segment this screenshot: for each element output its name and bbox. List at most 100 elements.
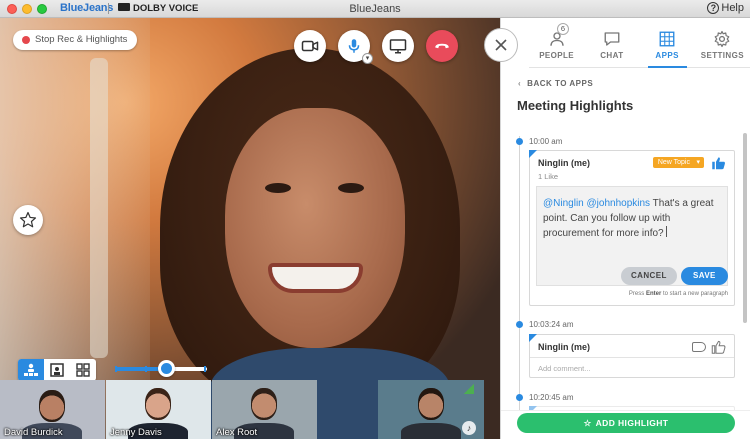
monitor-icon: [389, 39, 407, 54]
slider-tick: [145, 366, 147, 372]
participant-tile[interactable]: Alex Root: [212, 380, 317, 439]
add-highlight-button[interactable]: ☆ ADD HIGHLIGHT: [517, 413, 735, 433]
close-panel-button[interactable]: [484, 28, 518, 62]
screen-share-button[interactable]: [382, 30, 414, 62]
thumbs-up-icon[interactable]: [711, 340, 726, 354]
video-camera-icon: [301, 40, 319, 52]
hint-key: Enter: [645, 291, 662, 297]
highlight-time: 10:20:45 am: [529, 393, 574, 402]
layout-speaker-view-button[interactable]: [44, 359, 70, 381]
participant-name: Jenny Davis: [110, 427, 162, 438]
participant-head: [145, 388, 171, 420]
speaker-layout-icon: [50, 363, 64, 377]
add-comment-input[interactable]: Add comment...: [530, 357, 734, 377]
speaker-eye: [338, 183, 364, 193]
title-bar: BlueJeans DOLBY VOICE BlueJeans ? Help: [0, 0, 750, 18]
tab-people[interactable]: 6 PEOPLE: [529, 18, 584, 67]
people-count-badge: 6: [557, 23, 569, 35]
dolby-icon: [118, 3, 130, 11]
tab-label: APPS: [655, 51, 679, 60]
grid-layout-icon: [76, 363, 90, 377]
hint-suffix: to start a new paragraph: [661, 291, 728, 297]
phone-hangup-icon: [435, 43, 449, 49]
editor-hint: Press Enter to start a new paragraph: [629, 291, 728, 297]
side-panel: 6 PEOPLE CHAT APPS SETTINGS ‹ BACK TO APP…: [484, 18, 750, 439]
self-view-tile[interactable]: ♪: [378, 380, 484, 439]
participant-head: [39, 390, 65, 422]
camera-button[interactable]: [294, 30, 326, 62]
slider-tick: [115, 366, 117, 372]
topic-dropdown[interactable]: New Topic: [652, 157, 704, 168]
tab-chat[interactable]: CHAT: [584, 18, 639, 67]
participant-body: [401, 423, 461, 439]
back-label: BACK TO APPS: [527, 79, 594, 88]
highlight-time: 10:03:24 am: [529, 320, 574, 329]
tab-label: SETTINGS: [700, 51, 744, 60]
timeline-dot: [516, 321, 523, 328]
panel-tabs: 6 PEOPLE CHAT APPS SETTINGS: [529, 18, 750, 68]
divider: [108, 3, 109, 14]
microphone-icon: [348, 39, 360, 53]
highlights-feed: 10:00 am Ninglin (me) 1 Like New Topic @…: [501, 130, 750, 410]
layout-gallery-view-button[interactable]: [70, 359, 96, 381]
highlight-card: Ninglin (me) Add comment...: [529, 334, 735, 378]
thumbs-up-icon[interactable]: [711, 156, 726, 170]
layout-people-view-button[interactable]: [18, 359, 44, 381]
minimize-window-button[interactable]: [22, 4, 32, 14]
tag-icon[interactable]: [692, 342, 706, 352]
stop-recording-button[interactable]: Stop Rec & Highlights: [13, 30, 138, 50]
microphone-button[interactable]: ▾: [338, 30, 373, 64]
mention[interactable]: @Ninglin: [543, 198, 584, 209]
bluejeans-logo: BlueJeans: [60, 2, 114, 14]
background-object: [90, 58, 108, 358]
scrollbar[interactable]: [743, 133, 747, 323]
chevron-down-icon[interactable]: ▾: [362, 53, 373, 64]
highlight-card: Ninglin (me) 1 Like New Topic @Ninglin @…: [529, 150, 735, 306]
tab-settings[interactable]: SETTINGS: [695, 18, 750, 67]
speaker-eye: [265, 183, 291, 193]
zoom-slider[interactable]: [115, 360, 207, 377]
highlight-time: 10:00 am: [529, 137, 563, 146]
slider-tick: [204, 366, 206, 372]
hint-prefix: Press: [628, 291, 646, 297]
participant-tile[interactable]: Jenny Davis: [106, 380, 211, 439]
text-caret: [665, 226, 667, 237]
zoom-slider-handle[interactable]: [157, 360, 175, 377]
dolby-label: DOLBY VOICE: [133, 3, 199, 14]
star-icon: [19, 211, 37, 228]
stop-recording-label: Stop Rec & Highlights: [35, 34, 128, 45]
hang-up-button[interactable]: [426, 30, 458, 62]
highlight-editor-text: @Ninglin @johnhopkins That's a great poi…: [543, 196, 721, 241]
cancel-button[interactable]: CANCEL: [621, 267, 677, 285]
save-button[interactable]: SAVE: [681, 267, 728, 285]
close-window-button[interactable]: [7, 4, 17, 14]
like-count: 1 Like: [538, 172, 559, 181]
add-highlight-label: ADD HIGHLIGHT: [595, 418, 669, 428]
highlight-author: Ninglin (me): [538, 158, 590, 168]
participant-name: David Burdick: [4, 427, 63, 438]
help-icon: ?: [707, 2, 720, 14]
chat-icon: [604, 32, 620, 46]
microphone-icon[interactable]: ♪: [462, 421, 476, 435]
signal-strength-icon: [464, 384, 474, 394]
zoom-window-button[interactable]: [37, 4, 47, 14]
people-layout-icon: [24, 363, 38, 376]
participant-head: [418, 388, 444, 420]
timeline-line: [519, 136, 520, 410]
help-button[interactable]: ? Help: [707, 2, 744, 14]
timeline-dot: [516, 394, 523, 401]
speaker-smile: [268, 263, 363, 293]
tab-label: PEOPLE: [539, 51, 575, 60]
mention[interactable]: @johnhopkins: [587, 198, 651, 209]
participant-strip: David Burdick Jenny Davis Alex Root ♪: [0, 380, 500, 439]
highlight-star-button[interactable]: [13, 205, 43, 235]
back-to-apps-link[interactable]: ‹ BACK TO APPS: [518, 79, 593, 88]
chevron-left-icon: ‹: [518, 79, 522, 88]
layout-switcher: [18, 359, 96, 381]
timeline-dot: [516, 138, 523, 145]
tab-apps[interactable]: APPS: [640, 18, 695, 68]
gear-icon: [715, 30, 730, 48]
participant-head: [251, 388, 277, 420]
highlight-editor[interactable]: @Ninglin @johnhopkins That's a great poi…: [536, 186, 728, 286]
participant-tile[interactable]: David Burdick: [0, 380, 105, 439]
